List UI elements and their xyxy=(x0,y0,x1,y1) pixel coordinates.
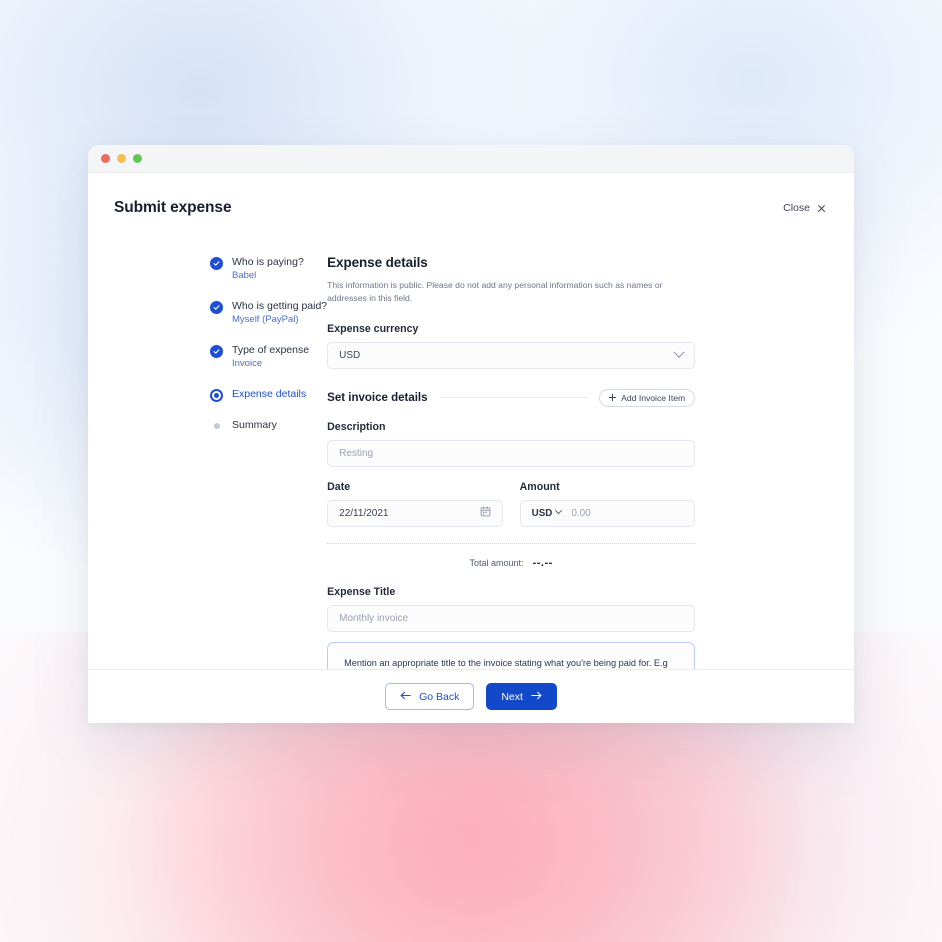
check-icon xyxy=(210,300,223,314)
amount-input[interactable]: USD 0.00 xyxy=(519,499,696,527)
expense-title-input[interactable]: Monthly invoice xyxy=(327,604,696,632)
step-label: Type of expense xyxy=(232,343,310,356)
description-label: Description xyxy=(327,420,386,433)
close-icon xyxy=(817,204,826,213)
expense-currency-label: Expense currency xyxy=(327,322,419,335)
close-button[interactable]: Close xyxy=(781,199,828,217)
next-label: Next xyxy=(501,690,523,703)
window-minimize-dot[interactable] xyxy=(117,154,126,163)
step-text: Who is paying? Babel xyxy=(232,255,304,283)
amount-col: Amount USD 0.00 xyxy=(519,467,696,527)
chevron-down-icon xyxy=(555,506,563,514)
sidebar-item-summary[interactable]: Summary xyxy=(210,418,327,433)
expense-title-label: Expense Title xyxy=(327,585,396,598)
progress-stepper: Who is paying? Babel Who is getting paid… xyxy=(114,233,327,723)
modal-body: Who is paying? Babel Who is getting paid… xyxy=(88,233,854,723)
sidebar-item-type-of-expense[interactable]: Type of expense Invoice xyxy=(210,343,327,371)
total-amount-value: --.-- xyxy=(532,556,553,569)
window-close-dot[interactable] xyxy=(101,154,110,163)
date-value: 22/11/2021 xyxy=(339,507,389,519)
close-button-label: Close xyxy=(783,202,810,214)
go-back-button[interactable]: Go Back xyxy=(385,683,475,710)
go-back-label: Go Back xyxy=(419,690,460,703)
window-titlebar xyxy=(88,145,854,173)
check-icon xyxy=(210,257,223,270)
modal-footer: Go Back Next xyxy=(88,669,854,723)
total-amount-row: Total amount: --.-- xyxy=(327,557,695,569)
step-text: Type of expense Invoice xyxy=(232,343,309,371)
step-marker xyxy=(210,257,223,270)
pink-glow-core xyxy=(121,700,821,942)
amount-placeholder: 0.00 xyxy=(571,507,591,519)
divider xyxy=(439,397,588,399)
expense-currency-select[interactable]: USD xyxy=(327,341,696,369)
window-maximize-dot[interactable] xyxy=(133,154,142,163)
amount-currency-select[interactable]: USD xyxy=(531,506,563,519)
calendar-icon[interactable] xyxy=(480,506,491,520)
next-button[interactable]: Next xyxy=(486,683,557,710)
step-marker xyxy=(210,344,223,358)
expense-form: Expense details This information is publ… xyxy=(327,233,696,723)
modal-header: Submit expense Close xyxy=(88,173,854,233)
step-sublabel: Babel xyxy=(232,270,257,282)
step-sublabel: Myself (PayPal) xyxy=(232,314,299,326)
radio-selected-icon xyxy=(210,388,223,402)
divider-dotted xyxy=(327,542,696,544)
chevron-down-icon xyxy=(673,346,685,358)
step-label: Summary xyxy=(232,418,277,431)
date-amount-row: Date 22/11/2021 Amount USD 0.00 xyxy=(327,467,696,527)
arrow-left-icon xyxy=(400,691,411,703)
step-label: Who is paying? xyxy=(232,256,304,268)
description-input[interactable]: Resting xyxy=(327,439,696,467)
amount-inner: USD 0.00 xyxy=(531,506,684,519)
step-text: Summary xyxy=(232,418,277,432)
invoice-section-title: Set invoice details xyxy=(327,391,428,404)
expense-title-placeholder: Monthly invoice xyxy=(339,612,409,624)
date-col: Date 22/11/2021 xyxy=(327,467,503,527)
add-invoice-item-button[interactable]: Add Invoice Item xyxy=(599,388,696,407)
step-sublabel: Invoice xyxy=(232,358,263,370)
date-label: Date xyxy=(327,480,351,493)
invoice-section-header: Set invoice details Add Invoice Item xyxy=(327,388,696,407)
form-heading: Expense details xyxy=(327,255,428,270)
sidebar-item-who-is-paying[interactable]: Who is paying? Babel xyxy=(210,255,327,283)
step-label: Who is getting paid? xyxy=(232,299,328,312)
step-text: Who is getting paid? Myself (PayPal) xyxy=(232,299,327,327)
add-invoice-item-label: Add Invoice Item xyxy=(621,392,686,403)
step-label: Expense details xyxy=(232,387,307,400)
amount-currency-value: USD xyxy=(531,507,553,519)
step-marker xyxy=(210,388,223,402)
page-title: Submit expense xyxy=(114,199,232,216)
amount-label: Amount xyxy=(519,480,560,493)
form-description: This information is public. Please do no… xyxy=(327,280,663,304)
sidebar-item-who-is-getting-paid[interactable]: Who is getting paid? Myself (PayPal) xyxy=(210,299,327,327)
total-amount-label: Total amount: xyxy=(469,557,524,568)
expense-currency-value: USD xyxy=(339,349,361,361)
dot-icon xyxy=(210,420,223,433)
step-text: Expense details xyxy=(232,387,306,401)
arrow-right-icon xyxy=(531,691,542,703)
step-marker xyxy=(210,300,223,314)
check-icon xyxy=(210,344,223,358)
app-window: Submit expense Close Who is paying? Babe… xyxy=(88,145,854,723)
plus-icon xyxy=(609,394,617,402)
sidebar-item-expense-details[interactable]: Expense details xyxy=(210,387,327,402)
step-marker xyxy=(210,420,223,433)
description-placeholder: Resting xyxy=(339,447,374,459)
date-input[interactable]: 22/11/2021 xyxy=(327,499,503,527)
